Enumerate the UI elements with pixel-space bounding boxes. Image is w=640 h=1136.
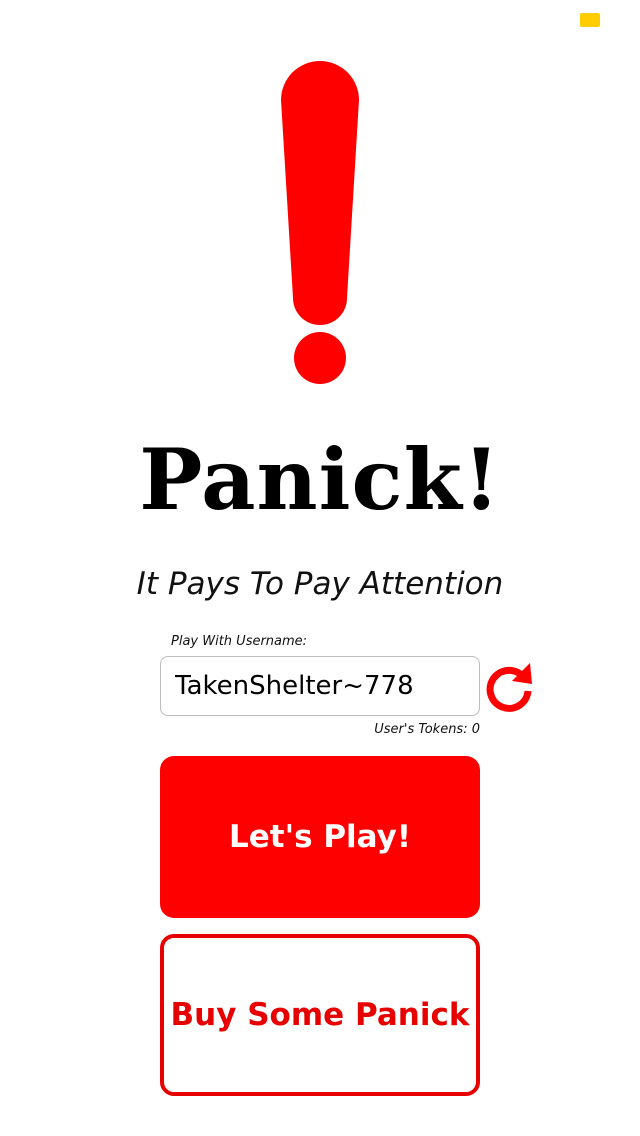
lets-play-button[interactable]: Let's Play!	[160, 756, 480, 918]
username-label: Play With Username:	[171, 634, 308, 649]
buy-panick-button[interactable]: Buy Some Panick	[160, 934, 480, 1096]
status-indicator	[580, 13, 600, 27]
app-title: Panick!	[139, 430, 501, 529]
user-tokens: User's Tokens: 0	[374, 722, 480, 737]
refresh-username-button[interactable]	[484, 660, 536, 714]
exclamation-icon	[281, 61, 359, 384]
username-input[interactable]	[160, 656, 480, 716]
refresh-icon	[486, 663, 532, 712]
app-tagline: It Pays To Pay Attention	[136, 566, 504, 602]
